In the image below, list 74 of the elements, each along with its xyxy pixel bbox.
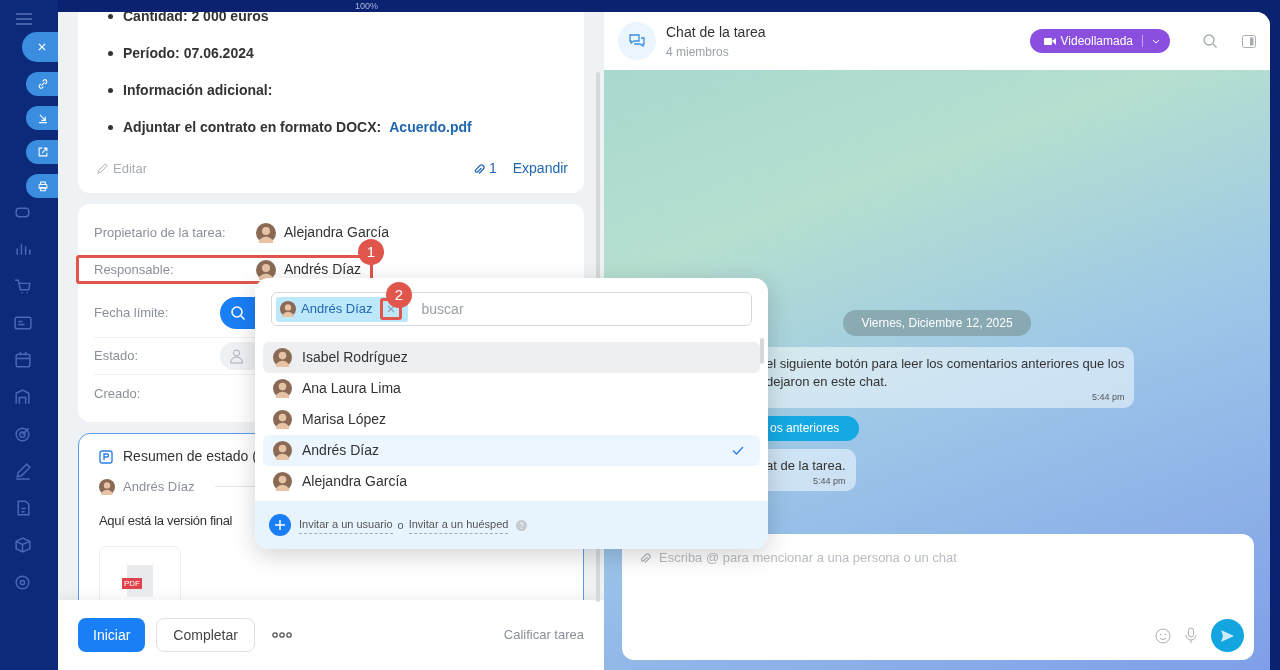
field-label: Responsable: [94, 260, 175, 279]
search-icon[interactable] [1202, 33, 1218, 49]
video-call-button[interactable]: Videollamada [1029, 29, 1170, 53]
zoom-label: 100% [355, 1, 379, 11]
video-camera-icon [1043, 36, 1056, 46]
link-icon [36, 77, 50, 91]
person-option[interactable]: Ana Laura Lima [263, 373, 760, 404]
invite-user-link[interactable]: Invitar a un usuario [299, 516, 393, 534]
message-input[interactable]: Escriba @ para mencionar a una persona o un chat [659, 548, 1238, 568]
field-label: Estado: [94, 347, 140, 366]
bullet [108, 51, 113, 56]
person-option[interactable]: Isabel Rodríguez [263, 342, 760, 373]
external-link-icon [36, 145, 50, 159]
person-option[interactable]: Andrés Díaz [263, 435, 760, 466]
avatar [280, 301, 296, 317]
menu-icon[interactable] [15, 12, 33, 26]
caret-icon [1152, 38, 1160, 44]
avatar [273, 348, 292, 367]
list-item-text: Información adicional: [123, 81, 273, 100]
summary-icon [99, 449, 113, 464]
people-icon [230, 348, 243, 364]
step-badge: 1 [358, 239, 384, 265]
chat-bubbles-icon [628, 33, 646, 49]
field-label: Fecha límite: [94, 303, 170, 322]
rate-task-link[interactable]: Calificar tarea [503, 625, 584, 645]
avatar [273, 441, 292, 460]
store-icon[interactable] [13, 387, 33, 407]
sidebar-toggle-icon[interactable] [1242, 34, 1256, 48]
or-text: o [397, 517, 404, 533]
send-icon [1220, 628, 1235, 643]
print-icon [36, 179, 50, 193]
avatar [256, 222, 276, 243]
message-time: 5:44 pm [1091, 391, 1125, 404]
avatar [273, 410, 292, 429]
pen-icon[interactable] [13, 461, 33, 481]
more-icon[interactable] [271, 632, 292, 638]
id-card-icon[interactable] [13, 313, 33, 333]
field-label: Creado: [94, 384, 142, 403]
start-button[interactable]: Iniciar [78, 618, 146, 652]
summary-text: Aquí está la versión final [99, 511, 233, 530]
avatar [256, 259, 276, 280]
invite-guest-link[interactable]: Invitar a un huésped [408, 516, 509, 534]
avatar [273, 379, 292, 398]
calendar-icon[interactable] [13, 350, 33, 370]
paperclip-icon[interactable] [638, 550, 651, 565]
list-item-text: Adjuntar el contrato en formato DOCX: [123, 118, 382, 137]
file-type-label: PDF [122, 578, 142, 589]
author-name: Andrés Díaz [123, 478, 195, 496]
help-icon[interactable] [516, 519, 528, 531]
expand-link[interactable]: Expandir [512, 158, 568, 179]
step-badge: 2 [386, 282, 412, 308]
target-icon[interactable] [13, 424, 33, 444]
attachments-button[interactable]: 1 [471, 158, 497, 179]
chat-title: Chat de la tarea [666, 22, 766, 42]
bullet [108, 125, 113, 130]
list-item-text: Período: 07.06.2024 [123, 44, 254, 63]
avatar [273, 472, 292, 491]
add-icon[interactable] [269, 514, 291, 536]
file-link[interactable]: Acuerdo.pdf [389, 117, 472, 138]
bullet [108, 88, 113, 93]
complete-button[interactable]: Completar [156, 618, 255, 652]
emoji-icon[interactable] [1155, 627, 1171, 644]
field-label: Propietario de la tarea: [94, 223, 227, 242]
bullet [108, 14, 113, 19]
cube-icon[interactable] [13, 535, 33, 555]
avatar [99, 478, 115, 495]
microphone-icon[interactable] [1185, 627, 1197, 644]
search-icon [230, 304, 246, 321]
send-button[interactable] [1211, 619, 1244, 652]
date-pill: Viernes, Diciembre 12, 2025 [843, 310, 1031, 336]
pencil-icon [96, 162, 109, 175]
message-time: 5:44 pm [812, 474, 846, 488]
cart-icon[interactable] [13, 276, 33, 296]
person-option[interactable]: Alejandra García [263, 466, 760, 497]
